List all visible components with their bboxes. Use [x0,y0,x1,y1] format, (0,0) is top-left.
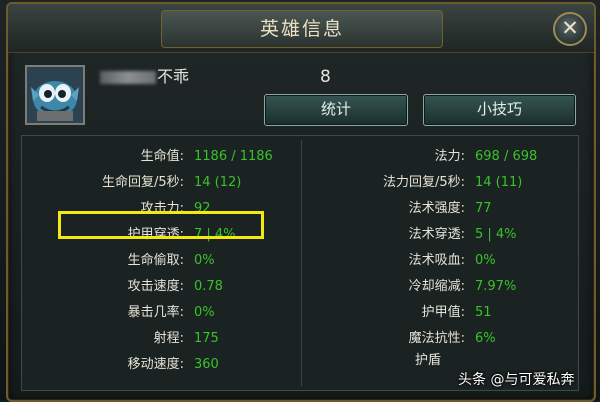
tips-button[interactable]: 小技巧 [423,94,576,126]
stat-value: 7.97% [475,279,517,294]
stat-row: 生命值: 1186 / 1186 [28,144,298,170]
stat-value: 5 | 4% [475,227,517,242]
stat-label: 生命值: [140,149,184,164]
name-redaction [100,71,156,84]
stat-row: 法术强度: 77 [305,196,575,222]
stat-row: 魔法抗性: 6% [305,326,575,352]
screenshot-stage: 英雄信息 ✕ 不乖 8 统计 小技巧 生命值: 1186 / 1186 生命回复… [0,0,600,402]
stat-value: 0% [475,253,496,268]
hero-name-text: 不乖 [157,67,190,86]
window-titlebar: 英雄信息 ✕ [8,4,594,53]
stat-value: 0% [194,305,215,320]
stat-label: 冷却缩减: [408,279,465,294]
stat-label: 法力: [434,149,465,164]
stat-value: 92 [194,201,211,216]
hero-name: 不乖 [100,64,189,90]
stat-label: 攻击速度: [127,279,184,294]
stat-row: 生命回复/5秒: 14 (12) [28,170,298,196]
clipped-label-text: 护盾 [415,353,442,366]
fish-hero-portrait-icon [27,67,83,123]
stat-row: 法术穿透: 5 | 4% [305,222,575,248]
stat-label: 魔法抗性: [408,331,465,346]
clipped-stat-label: 护盾 [415,352,455,366]
column-divider [301,140,302,386]
hero-info-window: 英雄信息 ✕ 不乖 8 统计 小技巧 生命值: 1186 / 1186 生命回复… [6,2,596,402]
stats-button[interactable]: 统计 [264,94,408,126]
stat-label: 护甲穿透: [127,227,184,242]
close-icon[interactable]: ✕ [553,12,587,46]
stat-label: 法术吸血: [408,253,465,268]
stat-label: 生命偷取: [127,253,184,268]
stat-row: 射程: 175 [28,326,298,352]
stat-label: 法术穿透: [408,227,465,242]
stat-label: 移动速度: [127,357,184,372]
stat-label: 攻击力: [140,201,184,216]
stat-row: 攻击力: 92 [28,196,298,222]
stats-panel: 生命值: 1186 / 1186 生命回复/5秒: 14 (12) 攻击力: 9… [21,135,579,391]
stat-value: 175 [194,331,219,346]
stats-right-column: 法力: 698 / 698 法力回复/5秒: 14 (11) 法术强度: 77 … [305,144,575,352]
stat-row: 暴击几率: 0% [28,300,298,326]
stat-row: 法力回复/5秒: 14 (11) [305,170,575,196]
window-title: 英雄信息 [161,10,443,48]
stat-row: 法术吸血: 0% [305,248,575,274]
watermark-text: 头条 @与可爱私奔 [458,372,575,388]
stat-value: 51 [475,305,492,320]
stat-value: 360 [194,357,219,372]
stat-value: 0% [194,253,215,268]
stat-value: 6% [475,331,496,346]
stat-value: 698 / 698 [475,149,538,164]
hero-avatar [25,65,85,125]
hero-level: 8 [320,67,331,87]
stat-row-armor-penetration: 护甲穿透: 7 | 4% [28,222,298,248]
stat-row: 法力: 698 / 698 [305,144,575,170]
stats-left-column: 生命值: 1186 / 1186 生命回复/5秒: 14 (12) 攻击力: 9… [28,144,298,378]
stat-row: 移动速度: 360 [28,352,298,378]
stat-row: 冷却缩减: 7.97% [305,274,575,300]
stat-value: 14 (11) [475,175,523,190]
stat-label: 法力回复/5秒: [382,175,465,190]
stat-label: 护甲值: [421,305,465,320]
stat-value: 1186 / 1186 [194,149,273,164]
stat-row: 护甲值: 51 [305,300,575,326]
stat-value: 7 | 4% [194,227,236,242]
stat-value: 77 [475,201,492,216]
stat-label: 生命回复/5秒: [101,175,184,190]
stat-label: 法术强度: [408,201,465,216]
stat-value: 14 (12) [194,175,242,190]
stat-label: 暴击几率: [127,305,184,320]
stat-row: 攻击速度: 0.78 [28,274,298,300]
stat-row: 生命偷取: 0% [28,248,298,274]
stat-value: 0.78 [194,279,223,294]
stat-label: 射程: [153,331,184,346]
